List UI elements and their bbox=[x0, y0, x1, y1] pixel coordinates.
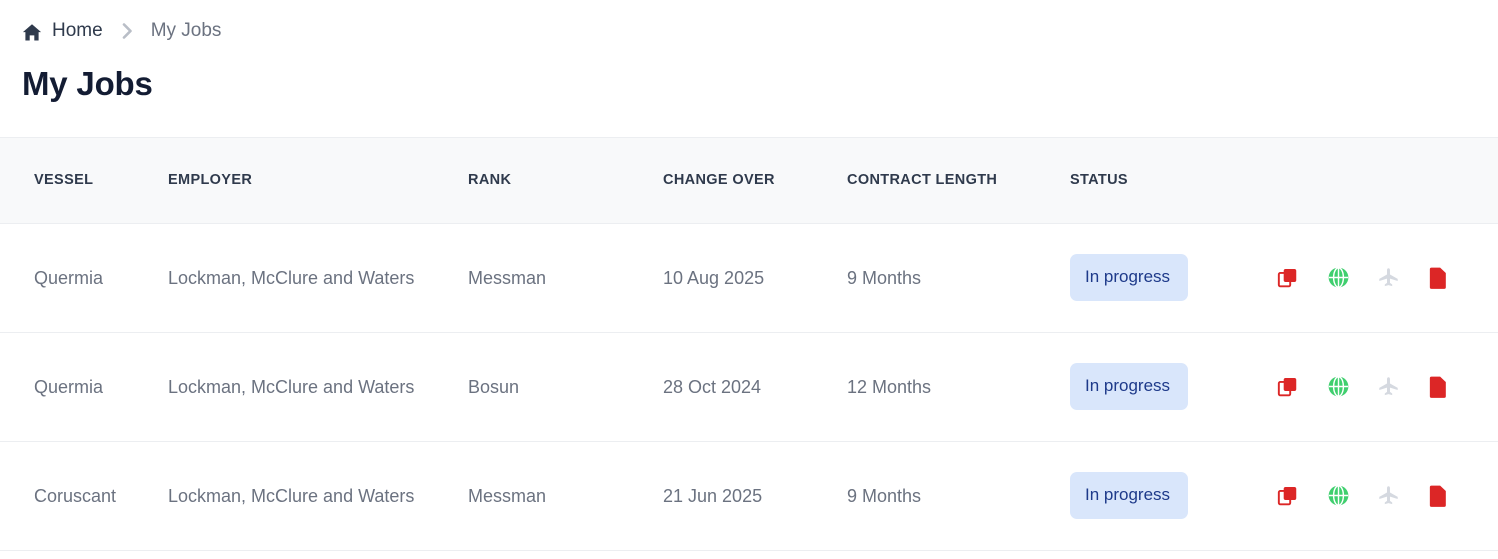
row-actions bbox=[1270, 374, 1486, 400]
document-icon-button[interactable] bbox=[1426, 374, 1450, 400]
chevron-right-icon bbox=[121, 22, 134, 40]
page-title: My Jobs bbox=[22, 65, 153, 102]
airplane-icon bbox=[1377, 484, 1400, 507]
cell-employer: Lockman, McClure and Waters bbox=[168, 376, 415, 397]
cell-contract-length: 9 Months bbox=[847, 267, 922, 288]
status-badge: In progress bbox=[1070, 362, 1188, 411]
cell-actions bbox=[1270, 441, 1498, 550]
cell-status: In progress bbox=[1070, 223, 1270, 332]
jobs-table: VESSEL EMPLOYER RANK CHANGE OVER CONTRAC… bbox=[0, 137, 1498, 551]
cell-actions bbox=[1270, 223, 1498, 332]
column-header-vessel[interactable]: VESSEL bbox=[0, 137, 168, 223]
cell-contract-length: 12 Months bbox=[847, 376, 932, 397]
copy-icon bbox=[1277, 266, 1299, 290]
home-icon bbox=[22, 23, 42, 42]
cell-rank: Messman bbox=[468, 267, 547, 288]
table-row[interactable]: Quermia Lockman, McClure and Waters Bosu… bbox=[0, 332, 1498, 442]
jobs-table-container: VESSEL EMPLOYER RANK CHANGE OVER CONTRAC… bbox=[0, 137, 1498, 551]
cell-rank: Messman bbox=[468, 485, 547, 506]
cell-vessel: Coruscant bbox=[34, 485, 117, 506]
row-actions bbox=[1270, 265, 1486, 291]
globe-icon bbox=[1327, 484, 1350, 507]
copy-icon-button[interactable] bbox=[1276, 483, 1300, 509]
column-header-status[interactable]: STATUS bbox=[1070, 137, 1270, 223]
cell-change-over: 21 Jun 2025 bbox=[663, 485, 763, 506]
document-icon-button[interactable] bbox=[1426, 483, 1450, 509]
airplane-icon-button[interactable] bbox=[1376, 265, 1400, 291]
cell-employer: Lockman, McClure and Waters bbox=[168, 267, 415, 288]
row-actions bbox=[1270, 483, 1486, 509]
status-badge: In progress bbox=[1070, 471, 1188, 520]
cell-status: In progress bbox=[1070, 441, 1270, 550]
globe-icon-button[interactable] bbox=[1326, 374, 1350, 400]
cell-rank: Bosun bbox=[468, 376, 520, 397]
copy-icon-button[interactable] bbox=[1276, 265, 1300, 291]
cell-vessel: Quermia bbox=[34, 267, 104, 288]
column-header-employer[interactable]: EMPLOYER bbox=[168, 137, 468, 223]
document-icon bbox=[1429, 375, 1448, 399]
document-icon bbox=[1429, 266, 1448, 290]
airplane-icon-button[interactable] bbox=[1376, 374, 1400, 400]
table-header: VESSEL EMPLOYER RANK CHANGE OVER CONTRAC… bbox=[0, 137, 1498, 224]
cell-contract-length: 9 Months bbox=[847, 485, 922, 506]
column-header-rank[interactable]: RANK bbox=[468, 137, 663, 223]
column-header-actions bbox=[1270, 137, 1498, 223]
document-icon bbox=[1429, 484, 1448, 508]
breadcrumb: Home My Jobs bbox=[0, 0, 1498, 46]
table-body: Quermia Lockman, McClure and Waters Mess… bbox=[0, 223, 1498, 551]
airplane-icon-button[interactable] bbox=[1376, 483, 1400, 509]
cell-employer: Lockman, McClure and Waters bbox=[168, 485, 415, 506]
table-header-row: VESSEL EMPLOYER RANK CHANGE OVER CONTRAC… bbox=[0, 137, 1498, 224]
document-icon-button[interactable] bbox=[1426, 265, 1450, 291]
breadcrumb-home-link[interactable]: Home bbox=[22, 20, 103, 42]
copy-icon bbox=[1277, 484, 1299, 508]
globe-icon bbox=[1327, 375, 1350, 398]
cell-change-over: 10 Aug 2025 bbox=[663, 267, 765, 288]
table-row[interactable]: Coruscant Lockman, McClure and Waters Me… bbox=[0, 441, 1498, 551]
globe-icon bbox=[1327, 266, 1350, 289]
breadcrumb-home-label: Home bbox=[52, 20, 103, 41]
cell-actions bbox=[1270, 332, 1498, 441]
column-header-change-over[interactable]: CHANGE OVER bbox=[663, 137, 847, 223]
copy-icon-button[interactable] bbox=[1276, 374, 1300, 400]
globe-icon-button[interactable] bbox=[1326, 483, 1350, 509]
airplane-icon bbox=[1377, 375, 1400, 398]
cell-vessel: Quermia bbox=[34, 376, 104, 397]
globe-icon-button[interactable] bbox=[1326, 265, 1350, 291]
cell-change-over: 28 Oct 2024 bbox=[663, 376, 762, 397]
copy-icon bbox=[1277, 375, 1299, 399]
column-header-contract-length[interactable]: CONTRACT LENGTH bbox=[847, 137, 1070, 223]
table-row[interactable]: Quermia Lockman, McClure and Waters Mess… bbox=[0, 223, 1498, 333]
breadcrumb-current: My Jobs bbox=[150, 20, 222, 41]
status-badge: In progress bbox=[1070, 253, 1188, 302]
cell-status: In progress bbox=[1070, 332, 1270, 441]
airplane-icon bbox=[1377, 266, 1400, 289]
